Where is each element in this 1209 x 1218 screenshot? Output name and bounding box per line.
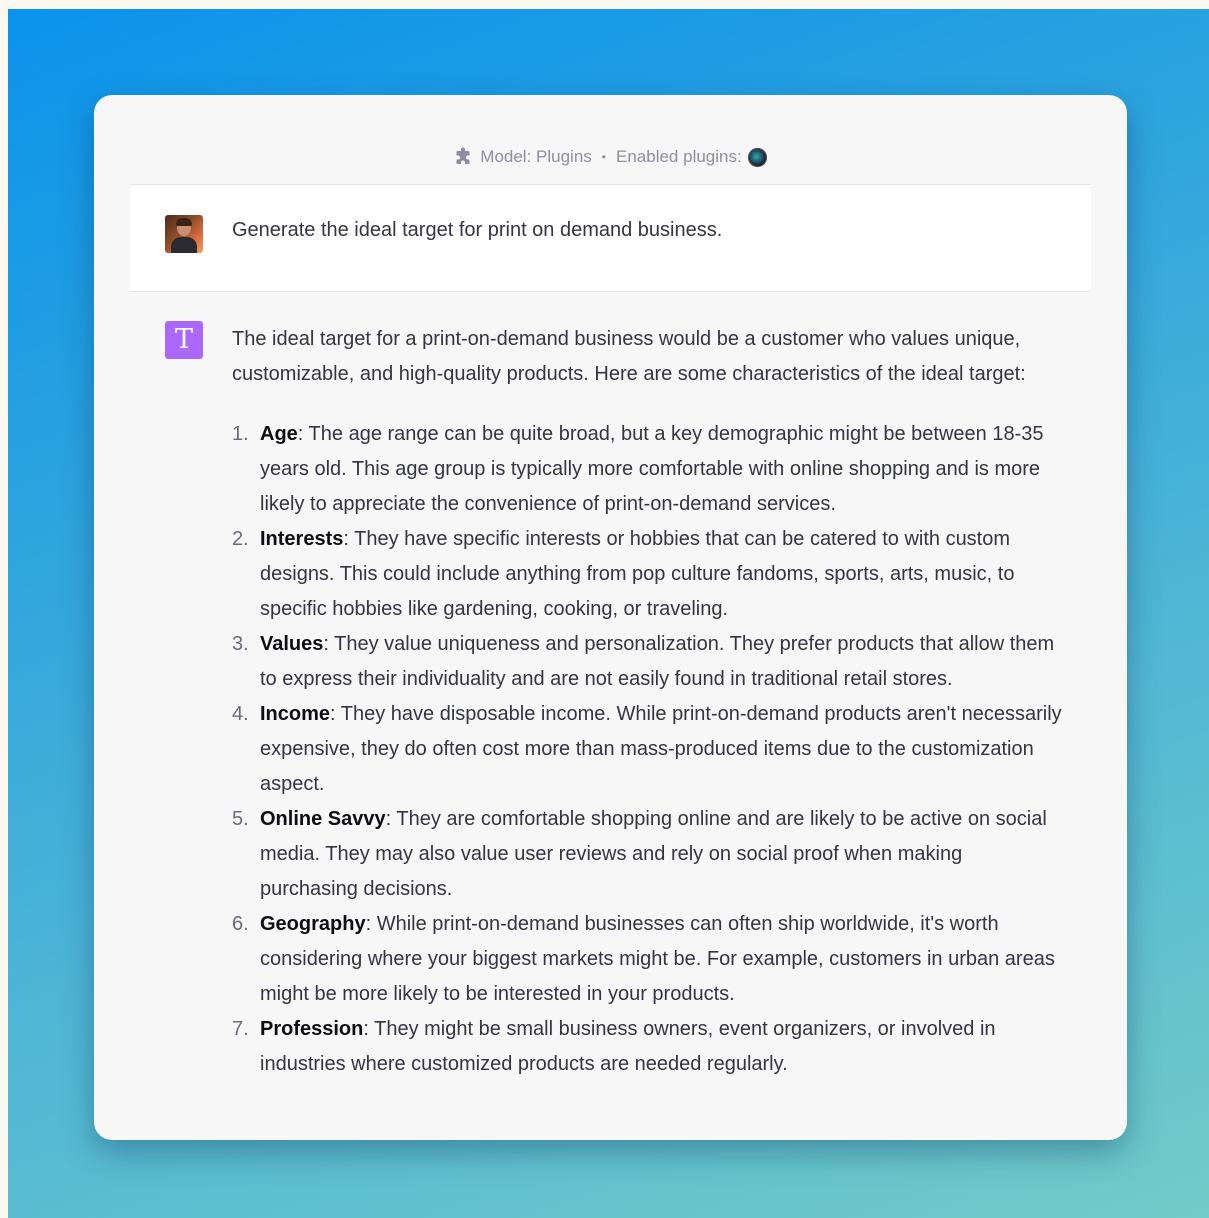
list-item: 3. Values: They value uniqueness and per… (232, 627, 1062, 697)
characteristics-list: 1. Age: The age range can be quite broad… (232, 417, 1062, 1082)
list-item-title: Income (260, 703, 331, 725)
list-item: 4. Income: They have disposable income. … (232, 697, 1062, 802)
assistant-message: The ideal target for a print-on-demand b… (232, 322, 1062, 1082)
list-item-text: : While print-on-demand businesses can o… (260, 913, 1055, 1005)
model-label: Model: Plugins (480, 147, 592, 166)
list-item-text: : They value uniqueness and personalizat… (260, 633, 1055, 690)
answer-intro: The ideal target for a print-on-demand b… (232, 328, 1026, 385)
list-item: 2. Interests: They have specific interes… (232, 522, 1062, 627)
list-item-number: 1. (232, 423, 249, 445)
list-item-number: 4. (232, 703, 249, 725)
list-item-text: : The age range can be quite broad, but … (260, 423, 1044, 515)
list-item: 7. Profession: They might be small busin… (232, 1012, 1062, 1082)
user-avatar (165, 215, 203, 253)
assistant-avatar: T (165, 321, 203, 359)
user-message-row: Generate the ideal target for print on d… (130, 184, 1091, 292)
list-item-number: 7. (232, 1018, 249, 1040)
list-item-number: 3. (232, 633, 249, 655)
list-item: 5. Online Savvy: They are comfortable sh… (232, 802, 1062, 907)
list-item-text: : They have disposable income. While pri… (260, 703, 1062, 795)
list-item: 6. Geography: While print-on-demand busi… (232, 907, 1062, 1012)
separator-dot: • (601, 150, 606, 164)
plugin-logo-icon[interactable] (747, 147, 767, 167)
list-item: 1. Age: The age range can be quite broad… (232, 417, 1062, 522)
user-message-text: Generate the ideal target for print on d… (232, 219, 723, 241)
enabled-plugins-label: Enabled plugins: (616, 147, 742, 166)
list-item-title: Geography (260, 913, 366, 935)
chat-card: Model: Plugins • Enabled plugins: Genera… (94, 95, 1127, 1140)
list-item-text: : They might be small business owners, e… (260, 1018, 996, 1075)
model-header: Model: Plugins • Enabled plugins: (94, 139, 1127, 175)
list-item-title: Interests (260, 528, 344, 550)
list-item-number: 6. (232, 913, 249, 935)
puzzle-icon (454, 147, 474, 167)
list-item-title: Age (260, 423, 298, 445)
list-item-number: 5. (232, 808, 249, 830)
list-item-title: Profession (260, 1018, 364, 1040)
list-item-title: Online Savvy (260, 808, 386, 830)
list-item-number: 2. (232, 528, 249, 550)
list-item-title: Values (260, 633, 324, 655)
list-item-text: : They have specific interests or hobbie… (260, 528, 1015, 620)
